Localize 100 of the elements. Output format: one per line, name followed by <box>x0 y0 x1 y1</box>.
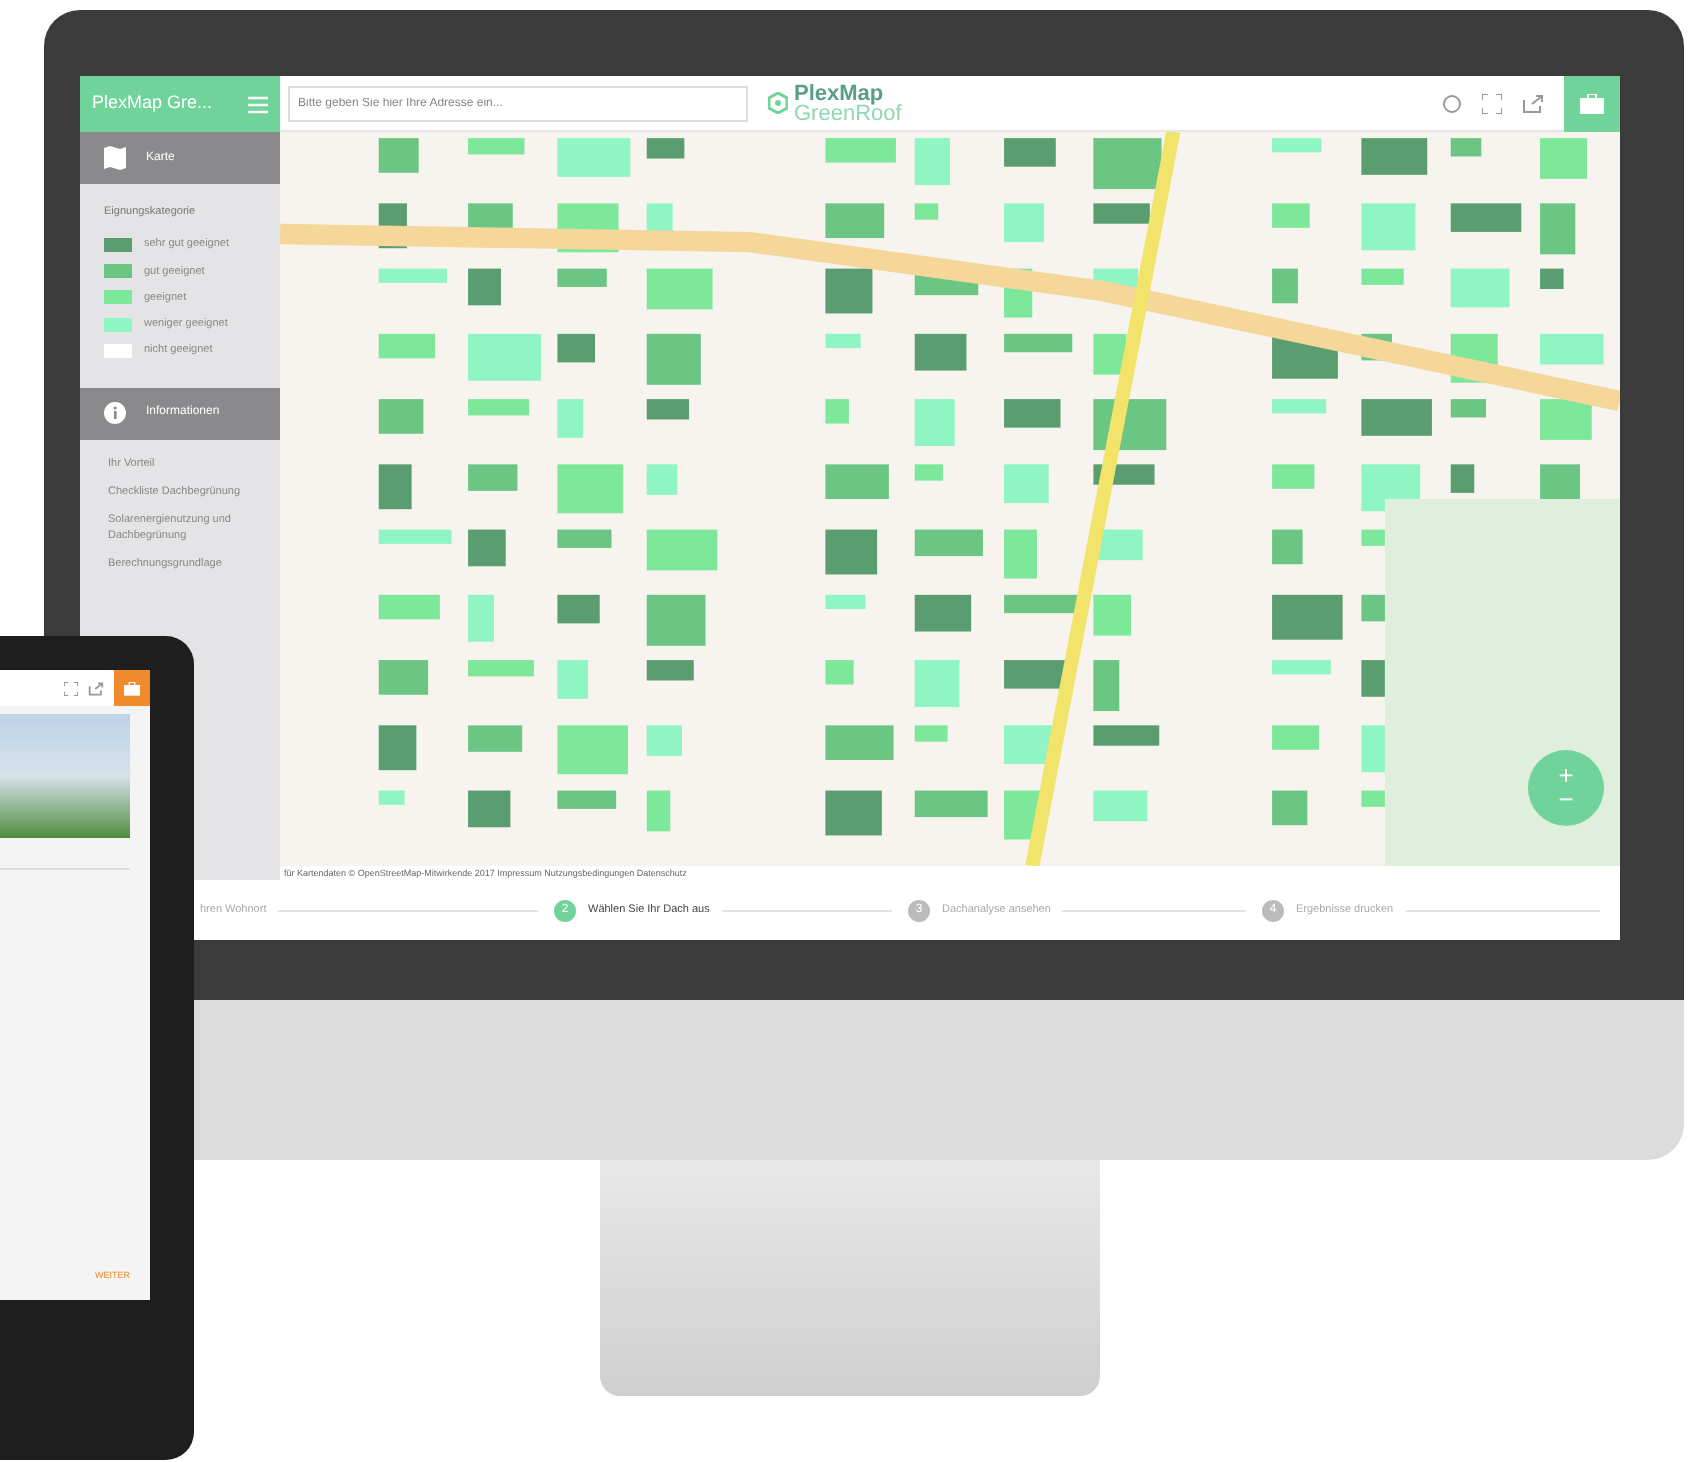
building-footprint <box>1272 790 1308 826</box>
building-footprint <box>1361 660 1385 697</box>
building-footprint <box>378 464 412 510</box>
building-footprint <box>1540 399 1592 440</box>
building-footprint <box>1004 529 1037 579</box>
map-icon <box>104 146 126 170</box>
building-footprint <box>1004 464 1049 504</box>
building-footprint <box>1450 138 1482 157</box>
building-footprint <box>825 725 894 760</box>
building-footprint <box>825 268 873 314</box>
building-footprint <box>1272 399 1327 414</box>
building-footprint <box>1004 203 1045 243</box>
building-footprint <box>1361 138 1428 175</box>
logo-product: GreenRoof <box>794 103 902 123</box>
building-footprint <box>468 333 541 381</box>
building-footprint <box>646 268 713 310</box>
photo-placeholder <box>0 714 130 838</box>
menu-icon[interactable] <box>248 95 268 113</box>
app-title: PlexMap Gre... <box>92 90 213 117</box>
building-footprint <box>1450 399 1486 418</box>
building-footprint <box>1093 138 1162 190</box>
building-footprint <box>646 725 682 756</box>
building-footprint <box>914 138 950 185</box>
building-footprint <box>825 138 896 163</box>
building-footprint <box>1272 725 1320 750</box>
building-footprint <box>1540 203 1576 255</box>
building-footprint <box>468 399 530 416</box>
briefcase-icon <box>124 681 140 695</box>
building-footprint <box>1272 660 1331 675</box>
building-footprint <box>914 464 943 481</box>
building-footprint <box>1361 203 1416 251</box>
building-footprint <box>557 138 631 177</box>
info-icon <box>104 402 126 424</box>
fullscreen-icon[interactable] <box>1482 93 1502 113</box>
building-footprint <box>1540 268 1564 289</box>
building-footprint <box>1361 399 1432 436</box>
building-footprint <box>1093 594 1131 636</box>
building-footprint <box>1450 268 1510 308</box>
building-footprint <box>646 399 690 420</box>
zoom-in-button[interactable]: + <box>1558 764 1574 788</box>
share-icon[interactable] <box>88 681 104 695</box>
share-icon[interactable] <box>1522 93 1544 113</box>
building-footprint <box>468 529 506 567</box>
building-footprint <box>468 790 511 828</box>
building-footprint <box>378 660 429 695</box>
building-footprint <box>1093 725 1160 746</box>
building-footprint <box>468 725 523 752</box>
building-footprint <box>1004 138 1056 167</box>
building-footprint <box>1093 660 1120 712</box>
hexagon-logo-icon <box>768 92 788 114</box>
building-footprint <box>825 203 885 238</box>
building-footprint <box>378 399 424 434</box>
building-footprint <box>1272 268 1298 304</box>
building-footprint <box>914 399 955 446</box>
building-footprint <box>1004 399 1061 428</box>
building-footprint <box>1272 594 1343 640</box>
building-footprint <box>1272 464 1315 489</box>
building-footprint <box>646 594 706 646</box>
building-footprint <box>914 660 960 707</box>
logo-name: PlexMap <box>794 83 884 103</box>
building-footprint <box>468 594 494 642</box>
building-footprint <box>646 529 718 571</box>
building-footprint <box>1540 333 1604 365</box>
toolbox-button[interactable] <box>1564 75 1620 131</box>
building-footprint <box>1450 203 1522 232</box>
building-footprint <box>1272 529 1303 565</box>
building-footprint <box>1093 790 1148 822</box>
building-footprint <box>825 464 889 499</box>
building-footprint <box>914 790 988 818</box>
building-footprint <box>914 594 972 632</box>
building-footprint <box>468 203 513 230</box>
zoom-out-button[interactable]: − <box>1558 788 1574 812</box>
briefcase-icon <box>1580 93 1604 113</box>
building-footprint <box>646 660 694 681</box>
toolbox-button[interactable] <box>114 670 150 706</box>
building-footprint <box>557 399 584 438</box>
building-footprint <box>468 660 534 677</box>
building-footprint <box>1004 725 1054 765</box>
locate-icon[interactable] <box>1442 93 1462 113</box>
building-footprint <box>825 399 849 424</box>
building-footprint <box>557 725 628 775</box>
building-footprint <box>914 529 983 557</box>
building-footprint <box>914 333 967 371</box>
building-footprint <box>557 660 588 699</box>
building-footprint <box>825 660 854 685</box>
building-footprint <box>468 464 518 491</box>
building-footprint <box>646 464 678 495</box>
building-footprint <box>1272 138 1322 153</box>
building-footprint <box>1540 138 1588 179</box>
building-footprint <box>825 790 882 836</box>
building-footprint <box>468 138 525 155</box>
building-footprint <box>914 203 939 220</box>
building-footprint <box>557 464 624 514</box>
building-footprint <box>1450 464 1475 493</box>
building-footprint <box>378 138 419 173</box>
building-footprint <box>557 333 595 363</box>
building-footprint <box>646 333 701 385</box>
fullscreen-icon[interactable] <box>64 681 78 695</box>
building-footprint <box>1272 203 1310 228</box>
building-footprint <box>825 529 878 575</box>
